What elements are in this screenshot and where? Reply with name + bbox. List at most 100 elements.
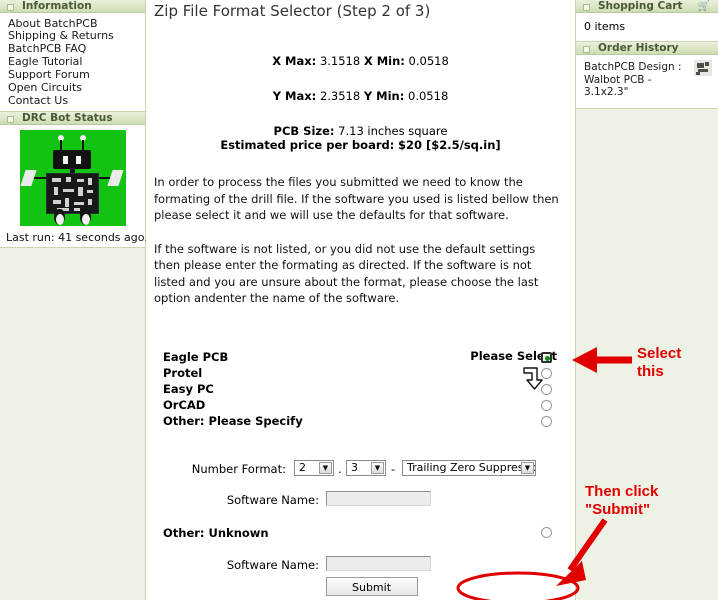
spec-row-pcb-size: PCB Size: 7.13 inches square bbox=[146, 124, 575, 138]
information-link-list: About BatchPCB Shipping & Returns BatchP… bbox=[0, 13, 145, 111]
radio-eagle-pcb[interactable] bbox=[541, 351, 552, 363]
robot-eye-right bbox=[75, 156, 81, 165]
order-history-title: Order History bbox=[598, 42, 679, 54]
x-max-value: 3.1518 bbox=[319, 54, 361, 68]
order-thumbnail-image bbox=[694, 60, 712, 76]
page-title: Zip File Format Selector (Step 2 of 3) bbox=[154, 2, 431, 20]
x-min-value: 0.0518 bbox=[408, 54, 449, 68]
shopping-cart-title: Shopping Cart bbox=[598, 0, 683, 12]
panel-bullet-icon bbox=[583, 3, 590, 11]
choice-row-protel[interactable]: Protel bbox=[146, 365, 575, 381]
annotation-select-this-line1: Select bbox=[637, 345, 682, 362]
information-panel-header: Information bbox=[0, 0, 145, 13]
drc-bot-status-header: DRC Bot Status bbox=[0, 112, 145, 126]
number-format-dash: - bbox=[391, 461, 396, 476]
software-name-row-2: Software Name: bbox=[146, 555, 575, 574]
x-max-label: X Max: bbox=[272, 54, 317, 68]
panel-bullet-icon bbox=[7, 115, 14, 123]
robot-body-pcb bbox=[45, 173, 99, 215]
chevron-down-icon: ▼ bbox=[371, 461, 384, 474]
robot-head bbox=[52, 150, 91, 170]
choice-row-eagle-pcb[interactable]: Eagle PCB bbox=[146, 349, 575, 365]
radio-other-unknown[interactable] bbox=[541, 526, 552, 538]
y-max-value: 2.3518 bbox=[319, 89, 361, 103]
choice-label-other-unknown: Other: Unknown bbox=[163, 525, 269, 540]
panel-bullet-icon bbox=[7, 3, 14, 11]
decimal-digits-value: 3 bbox=[351, 460, 358, 474]
choice-row-other-please-specify[interactable]: Other: Please Specify bbox=[146, 413, 575, 429]
spec-row-price: Estimated price per board: $20 [$2.5/sq.… bbox=[146, 138, 575, 152]
submit-button[interactable]: Submit bbox=[325, 577, 418, 596]
instructions-paragraph-2: If the software is not listed, or you di… bbox=[154, 241, 539, 306]
software-name-input-2[interactable] bbox=[326, 555, 431, 571]
sidebar-link-contact-us[interactable]: Contact Us bbox=[8, 94, 145, 107]
main-content: Zip File Format Selector (Step 2 of 3) X… bbox=[146, 0, 575, 600]
y-min-label: Y Min: bbox=[363, 89, 405, 103]
x-min-label: X Min: bbox=[363, 54, 405, 68]
choice-row-other-unknown[interactable]: Other: Unknown bbox=[146, 525, 575, 541]
pcb-size-value: 7.13 inches square bbox=[338, 124, 448, 138]
choice-row-orcad[interactable]: OrCAD bbox=[146, 397, 575, 413]
decimal-digits-select[interactable]: 3 ▼ bbox=[346, 459, 386, 476]
number-format-separator: . bbox=[338, 461, 342, 476]
submit-area: Submit bbox=[146, 577, 575, 596]
robot-hand-left bbox=[19, 170, 37, 187]
annotation-then-click-line2: "Submit" bbox=[585, 501, 651, 518]
pcb-size-label: PCB Size: bbox=[273, 124, 335, 138]
cart-icon[interactable]: 🛒 bbox=[698, 1, 710, 12]
drc-bot-status-panel: DRC Bot Status Last run: 41 seconds ago. bbox=[0, 112, 148, 249]
radio-orcad[interactable] bbox=[541, 399, 552, 411]
information-panel: Information About BatchPCB Shipping & Re… bbox=[0, 0, 145, 113]
annotation-select-this-line2: this bbox=[637, 363, 664, 380]
radio-other-please-specify[interactable] bbox=[541, 415, 552, 427]
software-name-row-1: Software Name: bbox=[146, 490, 575, 509]
y-min-value: 0.0518 bbox=[408, 89, 449, 103]
radio-protel[interactable] bbox=[541, 367, 552, 379]
annotation-then-click-line1: Then click bbox=[585, 483, 659, 500]
cart-item-count: 0 items bbox=[584, 20, 626, 33]
left-sidebar: Information About BatchPCB Shipping & Re… bbox=[0, 0, 148, 600]
shopping-cart-panel: Shopping Cart 🛒 0 items bbox=[576, 0, 718, 42]
radio-easy-pc[interactable] bbox=[541, 383, 552, 395]
choice-label-other-please-specify: Other: Please Specify bbox=[163, 413, 303, 428]
software-choice-list: Please Select Eagle PCB Protel Easy PC O… bbox=[146, 349, 575, 455]
software-name-label-1: Software Name: bbox=[226, 492, 319, 507]
sidebar-link-shipping-returns[interactable]: Shipping & Returns bbox=[8, 30, 145, 43]
spec-row-x: X Max: 3.1518 X Min: 0.0518 bbox=[146, 54, 575, 68]
instructions-paragraph-1: In order to process the files you submit… bbox=[154, 175, 559, 222]
spec-row-y: Y Max: 2.3518 Y Min: 0.0518 bbox=[146, 89, 575, 103]
zero-suppression-value: Trailing Zero Suppression bbox=[407, 460, 536, 474]
order-history-entry-text: BatchPCB Design : Walbot PCB - 3.1x2.3" bbox=[584, 61, 682, 98]
drc-robot-image bbox=[19, 130, 126, 227]
order-history-entry[interactable]: BatchPCB Design : Walbot PCB - 3.1x2.3" bbox=[576, 55, 718, 108]
shopping-cart-header: Shopping Cart 🛒 bbox=[576, 0, 718, 13]
choice-label-orcad: OrCAD bbox=[163, 397, 206, 412]
sidebar-link-about-batchpcb[interactable]: About BatchPCB bbox=[8, 17, 145, 30]
board-spec-block: X Max: 3.1518 X Min: 0.0518 Y Max: 2.351… bbox=[146, 54, 575, 152]
robot-hand-right bbox=[106, 170, 124, 187]
choice-label-easy-pc: Easy PC bbox=[163, 381, 214, 396]
integer-digits-select[interactable]: 2 ▼ bbox=[294, 459, 334, 476]
price-value: $20 [$2.5/sq.in] bbox=[397, 138, 501, 152]
sidebar-link-support-forum[interactable]: Support Forum bbox=[8, 69, 145, 82]
software-name-label-2: Software Name: bbox=[226, 557, 319, 572]
chevron-down-icon: ▼ bbox=[521, 461, 534, 474]
order-history-panel: Order History BatchPCB Design : Walbot P… bbox=[576, 42, 718, 109]
y-max-label: Y Max: bbox=[272, 89, 317, 103]
integer-digits-value: 2 bbox=[299, 460, 306, 474]
zero-suppression-select[interactable]: Trailing Zero Suppression ▼ bbox=[402, 459, 536, 476]
sidebar-link-open-circuits[interactable]: Open Circuits bbox=[8, 81, 145, 94]
annotation-then-click-submit: Then click "Submit" bbox=[585, 483, 658, 519]
choice-row-easy-pc[interactable]: Easy PC bbox=[146, 381, 575, 397]
panel-bullet-icon bbox=[583, 45, 590, 53]
price-label: Estimated price per board: bbox=[220, 138, 395, 152]
sidebar-link-batchpcb-faq[interactable]: BatchPCB FAQ bbox=[8, 43, 145, 56]
number-format-label: Number Format: bbox=[191, 461, 286, 476]
sidebar-link-eagle-tutorial[interactable]: Eagle Tutorial bbox=[8, 56, 145, 69]
number-format-row: Number Format: 2 ▼ . 3 ▼ - Trailing Zero… bbox=[146, 459, 575, 478]
information-panel-title: Information bbox=[22, 0, 92, 12]
order-history-header: Order History bbox=[576, 42, 718, 55]
robot-foot-right bbox=[81, 214, 90, 226]
software-name-input-1[interactable] bbox=[326, 490, 431, 506]
drc-last-run-text: Last run: 41 seconds ago. bbox=[6, 231, 148, 245]
